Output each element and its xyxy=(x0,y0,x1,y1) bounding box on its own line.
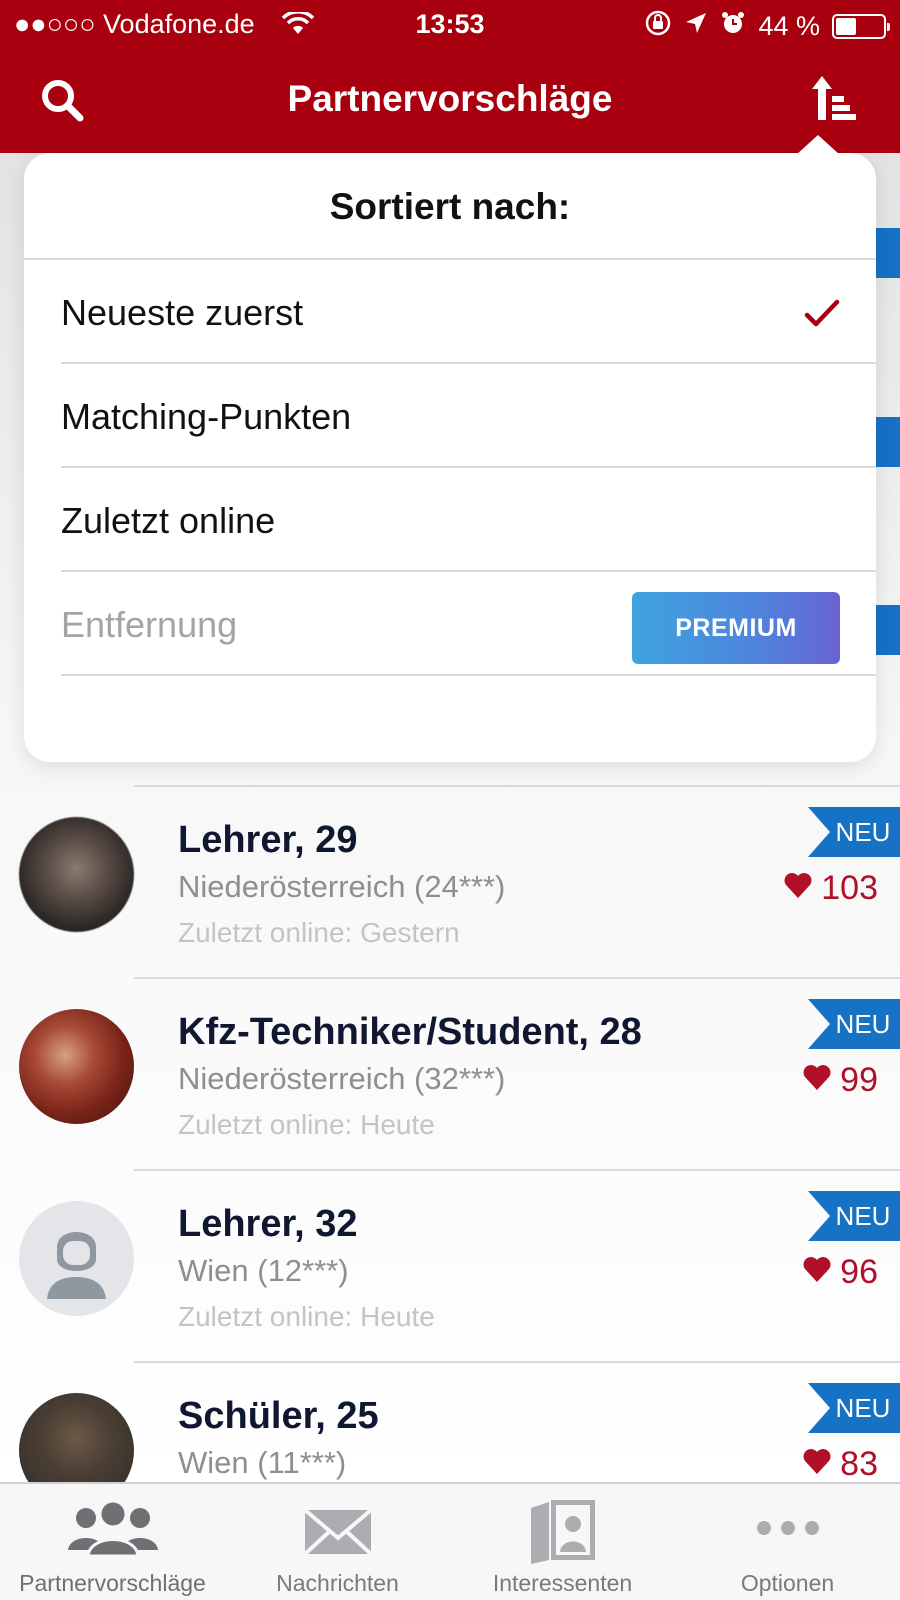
tab-label: Optionen xyxy=(740,1570,835,1596)
wifi-icon xyxy=(281,10,315,41)
points-value: 103 xyxy=(821,869,878,907)
alarm-icon xyxy=(720,10,746,43)
people-icon xyxy=(66,1498,160,1567)
sort-option-label: Zuletzt online xyxy=(61,500,276,541)
app-header: ●●○○○ Vodafone.de 13:53 44 % Partnervors… xyxy=(0,0,900,153)
heart-icon xyxy=(802,1061,832,1100)
tab-label: Partnervorschläge xyxy=(19,1570,206,1596)
profile-row[interactable]: Lehrer, 29 Niederösterreich (24***) Zule… xyxy=(0,787,900,979)
search-icon[interactable] xyxy=(38,76,88,126)
status-right: 44 % xyxy=(644,9,890,44)
carrier-label: ●●○○○ Vodafone.de xyxy=(14,9,255,39)
divider xyxy=(61,674,876,676)
checkmark-icon xyxy=(804,298,840,330)
matching-points: 83 xyxy=(802,1445,878,1482)
premium-button[interactable]: PREMIUM xyxy=(632,592,840,664)
avatar xyxy=(19,817,134,932)
profile-row[interactable]: Lehrer, 32 Wien (12***) Zuletzt online: … xyxy=(0,1171,900,1363)
avatar xyxy=(19,1009,134,1124)
last-online: Zuletzt online: Heute xyxy=(178,1301,435,1332)
sort-option-label: Neueste zuerst xyxy=(61,292,304,333)
avatar xyxy=(19,1393,134,1482)
profile-location: Niederösterreich (32***) xyxy=(178,1061,506,1096)
page-title: Partnervorschläge xyxy=(287,78,613,119)
rotation-lock-icon xyxy=(644,9,672,44)
heart-icon xyxy=(802,1445,832,1482)
profile-name: Lehrer, 32 xyxy=(178,1203,358,1245)
new-badge: NEU xyxy=(808,1191,900,1241)
tab-options[interactable]: Optionen xyxy=(675,1484,900,1600)
new-badge: NEU xyxy=(808,1383,900,1433)
last-online: Zuletzt online: Gestern xyxy=(178,917,460,948)
sort-option-label: Entfernung xyxy=(61,604,238,645)
battery-icon xyxy=(832,14,890,39)
profile-location: Wien (11***) xyxy=(178,1445,347,1480)
heart-icon xyxy=(802,1253,832,1292)
sort-option-newest[interactable]: Neueste zuerst xyxy=(24,260,876,364)
sort-option-last-online[interactable]: Zuletzt online xyxy=(24,468,876,572)
matching-points: 103 xyxy=(783,869,878,908)
profile-row[interactable]: Schüler, 25 Wien (11***) NEU 83 xyxy=(0,1363,900,1482)
profile-name: Lehrer, 29 xyxy=(178,819,358,861)
tab-partner-suggestions[interactable]: Partnervorschläge xyxy=(0,1484,225,1600)
sort-option-label: Matching-Punkten xyxy=(61,396,352,437)
new-badge: NEU xyxy=(808,807,900,857)
points-value: 96 xyxy=(840,1253,878,1291)
sort-title: Sortiert nach: xyxy=(329,186,571,227)
tab-interested[interactable]: Interessenten xyxy=(450,1484,675,1600)
tab-label: Interessenten xyxy=(492,1570,633,1596)
new-badge: NEU xyxy=(808,999,900,1049)
profile-name: Schüler, 25 xyxy=(178,1395,379,1437)
profile-row[interactable]: Kfz-Techniker/Student, 28 Niederösterrei… xyxy=(0,979,900,1171)
tab-messages[interactable]: Nachrichten xyxy=(225,1484,450,1600)
sort-option-distance[interactable]: Entfernung PREMIUM xyxy=(24,572,876,676)
more-dots-icon xyxy=(752,1498,824,1563)
tab-bar: Partnervorschläge Nachrichten Interessen… xyxy=(0,1482,900,1600)
points-value: 83 xyxy=(840,1445,878,1482)
placeholder-person-icon xyxy=(19,1201,134,1316)
points-value: 99 xyxy=(840,1061,878,1099)
profile-location: Niederösterreich (24***) xyxy=(178,869,506,904)
tab-label: Nachrichten xyxy=(276,1570,399,1596)
sort-option-matching-points[interactable]: Matching-Punkten xyxy=(24,364,876,468)
last-online: Zuletzt online: Heute xyxy=(178,1109,435,1140)
popover-arrow xyxy=(796,135,840,155)
sort-icon[interactable] xyxy=(808,72,864,128)
battery-percent: 44 % xyxy=(758,11,820,41)
envelope-icon xyxy=(303,1498,373,1563)
heart-icon xyxy=(783,869,813,908)
profile-location: Wien (12***) xyxy=(178,1253,349,1288)
status-bar: ●●○○○ Vodafone.de 13:53 44 % xyxy=(0,0,900,50)
sort-popover: Sortiert nach: Neueste zuerst Matching-P… xyxy=(24,135,876,762)
matching-points: 99 xyxy=(802,1061,878,1100)
matching-points: 96 xyxy=(802,1253,878,1292)
location-arrow-icon xyxy=(684,11,708,42)
profile-name: Kfz-Techniker/Student, 28 xyxy=(178,1011,642,1053)
profile-cards-icon xyxy=(527,1498,599,1569)
